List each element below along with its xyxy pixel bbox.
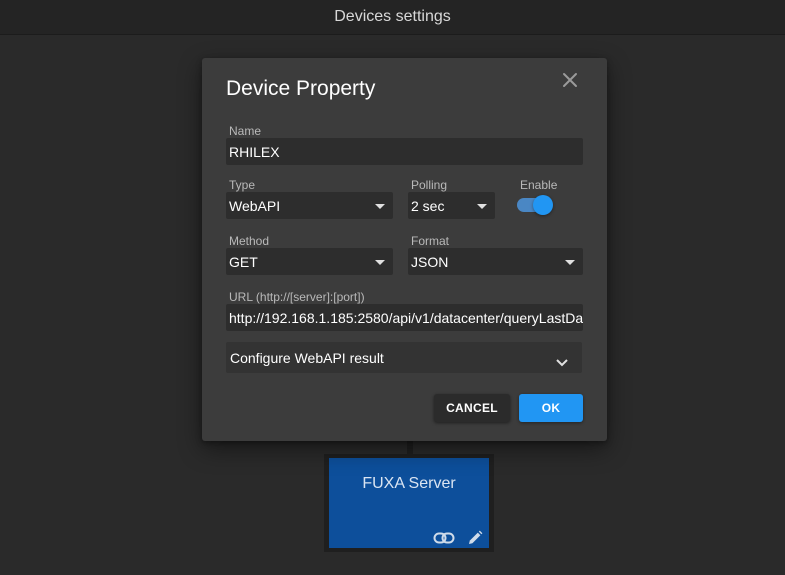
type-value: WebAPI: [229, 197, 281, 214]
edit-pencil-icon[interactable]: [467, 530, 489, 546]
url-field[interactable]: http://192.168.1.185:2580/api/v1/datacen…: [226, 304, 583, 331]
name-label: Name: [229, 124, 262, 138]
chevron-down-icon: [375, 260, 385, 265]
chevron-down-icon: [375, 204, 385, 209]
chevron-down-icon: [556, 354, 568, 367]
method-value: GET: [229, 253, 258, 270]
format-select[interactable]: JSON: [408, 248, 583, 275]
polling-select[interactable]: 2 sec: [408, 192, 495, 219]
close-icon[interactable]: [562, 72, 578, 88]
device-connector-line: [407, 441, 413, 454]
toggle-thumb: [533, 195, 553, 215]
format-value: JSON: [411, 253, 449, 270]
dialog-title: Device Property: [226, 77, 376, 100]
page-title: Devices settings: [334, 8, 451, 25]
fuxa-server-card[interactable]: FUXA Server: [329, 458, 489, 548]
name-value: RHILEX: [229, 143, 280, 160]
link-icon[interactable]: [433, 530, 455, 546]
server-card-title: FUXA Server: [362, 475, 456, 492]
ok-button[interactable]: OK: [519, 394, 583, 422]
format-label: Format: [411, 234, 450, 248]
configure-webapi-result-panel[interactable]: Configure WebAPI result: [226, 342, 582, 373]
chevron-down-icon: [477, 204, 487, 209]
url-label: URL (http://[server]:[port]): [229, 290, 365, 304]
type-label: Type: [229, 178, 256, 192]
page-header: Devices settings: [0, 0, 785, 35]
polling-value: 2 sec: [411, 197, 445, 214]
url-value: http://192.168.1.185:2580/api/v1/datacen…: [229, 309, 583, 326]
chevron-down-icon: [565, 260, 575, 265]
polling-label: Polling: [411, 178, 448, 192]
enable-toggle[interactable]: [517, 194, 555, 216]
type-select[interactable]: WebAPI: [226, 192, 393, 219]
cancel-button[interactable]: CANCEL: [434, 394, 510, 422]
server-node: FUXA Server: [324, 454, 494, 552]
enable-label: Enable: [520, 178, 558, 192]
configure-webapi-label: Configure WebAPI result: [230, 349, 384, 366]
method-label: Method: [229, 234, 270, 248]
method-select[interactable]: GET: [226, 248, 393, 275]
name-field[interactable]: RHILEX: [226, 138, 583, 165]
device-property-dialog: Device Property Name RHILEX Type WebAPI …: [202, 58, 607, 441]
